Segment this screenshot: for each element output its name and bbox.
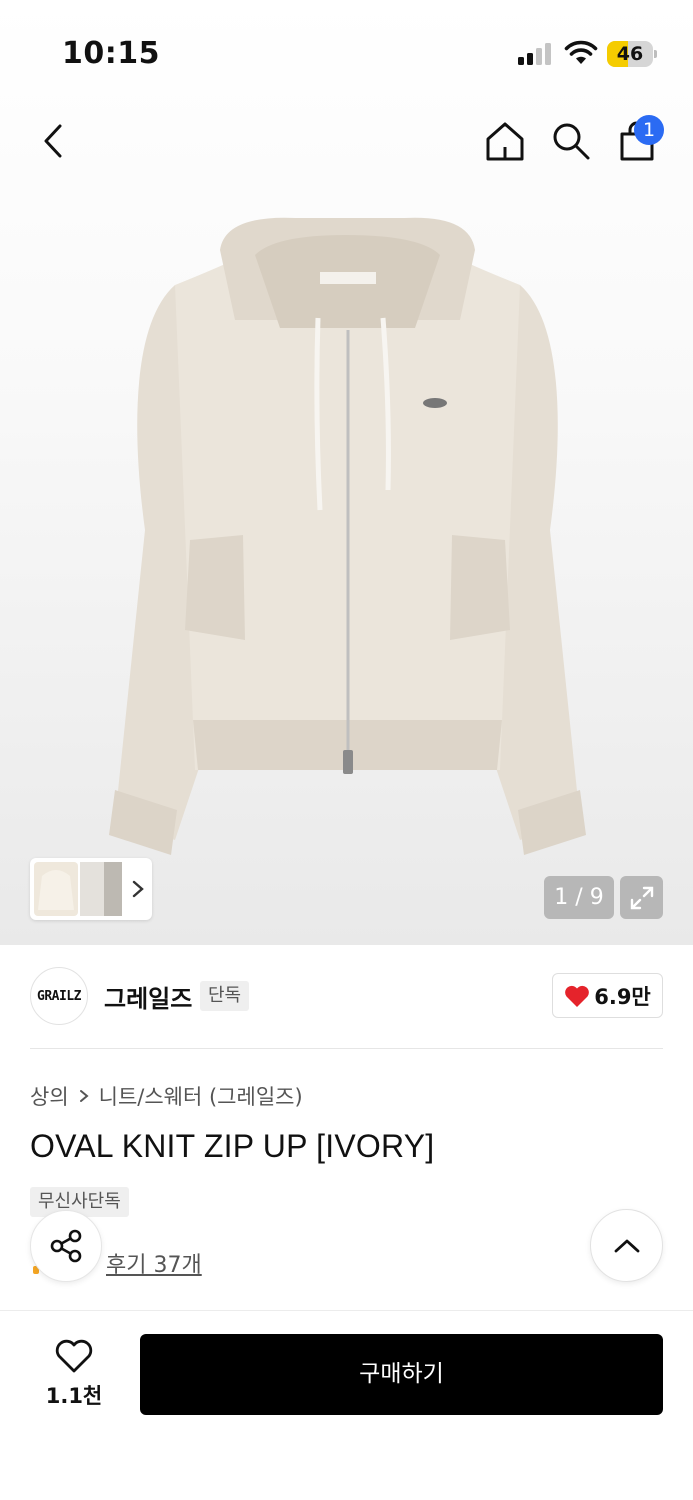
home-button[interactable] (480, 116, 530, 166)
expand-icon (630, 886, 653, 909)
wifi-icon (564, 40, 598, 64)
search-icon (553, 123, 590, 160)
battery-level: 46 (616, 43, 644, 65)
product-title: OVAL KNIT ZIP UP [IVORY] (30, 1128, 435, 1164)
back-button[interactable] (28, 116, 78, 166)
battery-indicator: 46 (607, 41, 657, 67)
back-icon (44, 124, 62, 158)
chevron-up-icon (614, 1239, 639, 1252)
thumbnail-image[interactable] (34, 862, 78, 916)
breadcrumb-subcategory[interactable]: 니트/스웨터 (그레일즈) (99, 1081, 303, 1111)
brand-like-count: 6.9만 (594, 984, 651, 1009)
brand-logo[interactable]: GRAILZ (30, 967, 88, 1025)
section-divider (30, 1048, 663, 1049)
gallery-page-counter: 1 / 9 (544, 876, 614, 919)
cellular-signal-icon (518, 43, 551, 65)
heart-icon (565, 985, 590, 1007)
share-icon (50, 1229, 82, 1263)
bottom-bar-divider (0, 1310, 693, 1311)
thumbnail-strip[interactable] (30, 858, 152, 920)
review-link[interactable]: 후기 37개 (106, 1247, 202, 1279)
breadcrumb: 상의 니트/스웨터 (그레일즈) (30, 1081, 303, 1111)
brand-like-button[interactable]: 6.9만 (552, 973, 663, 1018)
expand-image-button[interactable] (620, 876, 663, 919)
status-time: 10:15 (62, 36, 160, 71)
brand-logo-text: GRAILZ (37, 988, 81, 1004)
brand-exclusive-tag: 단독 (200, 981, 250, 1011)
product-image-gallery[interactable]: 10:15 46 1 1 / 9 (0, 0, 693, 945)
wishlist-button[interactable]: 1.1천 (40, 1338, 108, 1410)
home-icon (486, 122, 524, 161)
buy-button[interactable]: 구매하기 (140, 1334, 663, 1415)
search-button[interactable] (546, 116, 596, 166)
thumbnail-image[interactable] (104, 862, 122, 916)
heart-outline-icon (55, 1339, 93, 1373)
scroll-to-top-button[interactable] (590, 1209, 663, 1282)
status-bar: 10:15 46 (0, 0, 693, 100)
brand-name[interactable]: 그레일즈 (104, 979, 192, 1014)
cart-count-badge: 1 (634, 115, 664, 145)
share-button[interactable] (30, 1210, 102, 1282)
product-photo (109, 217, 586, 855)
chevron-right-icon (132, 880, 144, 898)
thumbnail-image[interactable] (80, 862, 104, 916)
wishlist-count: 1.1천 (45, 1384, 103, 1408)
chevron-right-icon (79, 1090, 89, 1102)
breadcrumb-category[interactable]: 상의 (30, 1081, 69, 1111)
